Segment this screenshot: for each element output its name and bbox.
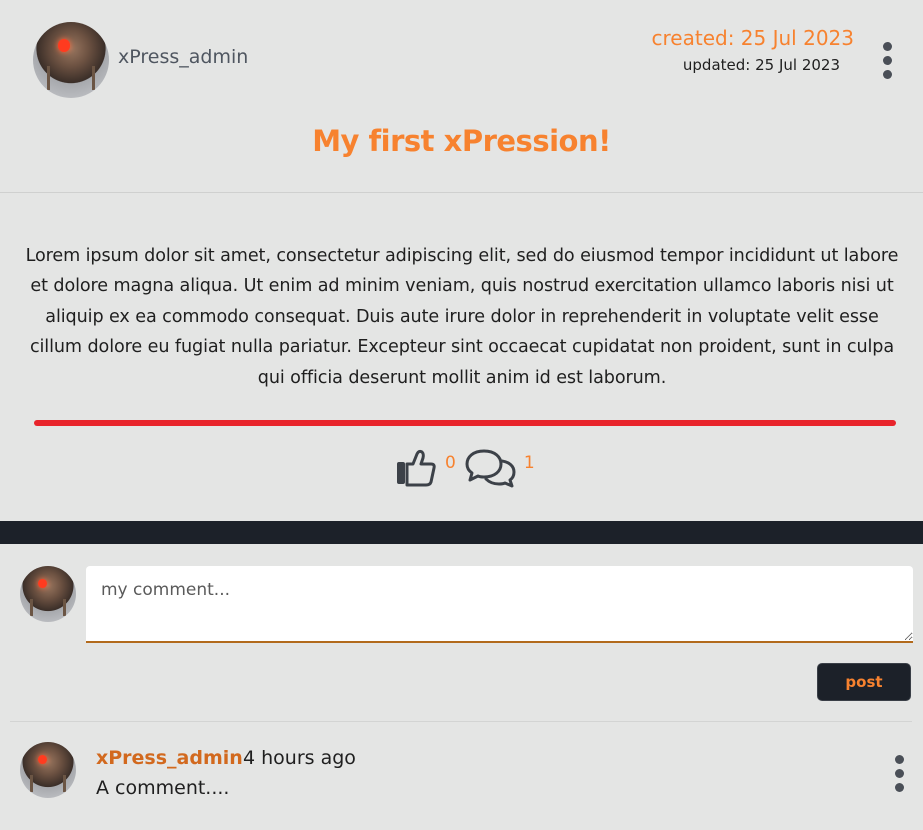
- avatar-eye: [58, 39, 71, 52]
- post-card: xPress_admin created: 25 Jul 2023 update…: [0, 0, 923, 521]
- post-comment-button[interactable]: post: [817, 663, 911, 701]
- dot: [882, 56, 892, 65]
- comment-count: 1: [523, 453, 535, 473]
- comments-icon[interactable]: [464, 447, 518, 489]
- thumbs-up-icon[interactable]: [395, 448, 439, 488]
- avatar-eye: [38, 754, 48, 764]
- header-divider: [0, 192, 923, 193]
- dot: [882, 42, 892, 51]
- comment-author-name[interactable]: xPress_admin: [96, 747, 243, 769]
- post-body: Lorem ipsum dolor sit amet, consectetur …: [25, 246, 899, 388]
- avatar-legs: [46, 66, 96, 91]
- avatar-legs: [30, 774, 66, 793]
- comment-more-options-icon[interactable]: [893, 755, 905, 792]
- avatar-legs: [30, 598, 66, 617]
- red-divider: [34, 420, 896, 426]
- post-more-options-icon[interactable]: [881, 42, 893, 79]
- dot: [894, 769, 904, 778]
- post-created-date: created: 25 Jul 2023: [651, 26, 854, 50]
- section-separator-band: [0, 521, 923, 544]
- dot: [882, 70, 892, 79]
- post-updated-date: updated: 25 Jul 2023: [682, 56, 840, 74]
- comment-text: A comment....: [96, 777, 230, 799]
- like-count: 0: [445, 453, 456, 473]
- reactions-bar: 0 1: [395, 447, 543, 489]
- comment-author-avatar[interactable]: [20, 742, 76, 798]
- current-user-avatar[interactable]: [20, 566, 76, 622]
- comment-timestamp: 4 hours ago: [243, 747, 356, 769]
- post-title: My first xPression!: [312, 124, 611, 158]
- comments-divider: [10, 721, 912, 722]
- avatar-eye: [38, 578, 48, 588]
- dot: [894, 755, 904, 764]
- comment-input[interactable]: [86, 566, 913, 643]
- dot: [894, 783, 904, 792]
- author-avatar[interactable]: [33, 22, 109, 98]
- post-author-name[interactable]: xPress_admin: [118, 46, 248, 68]
